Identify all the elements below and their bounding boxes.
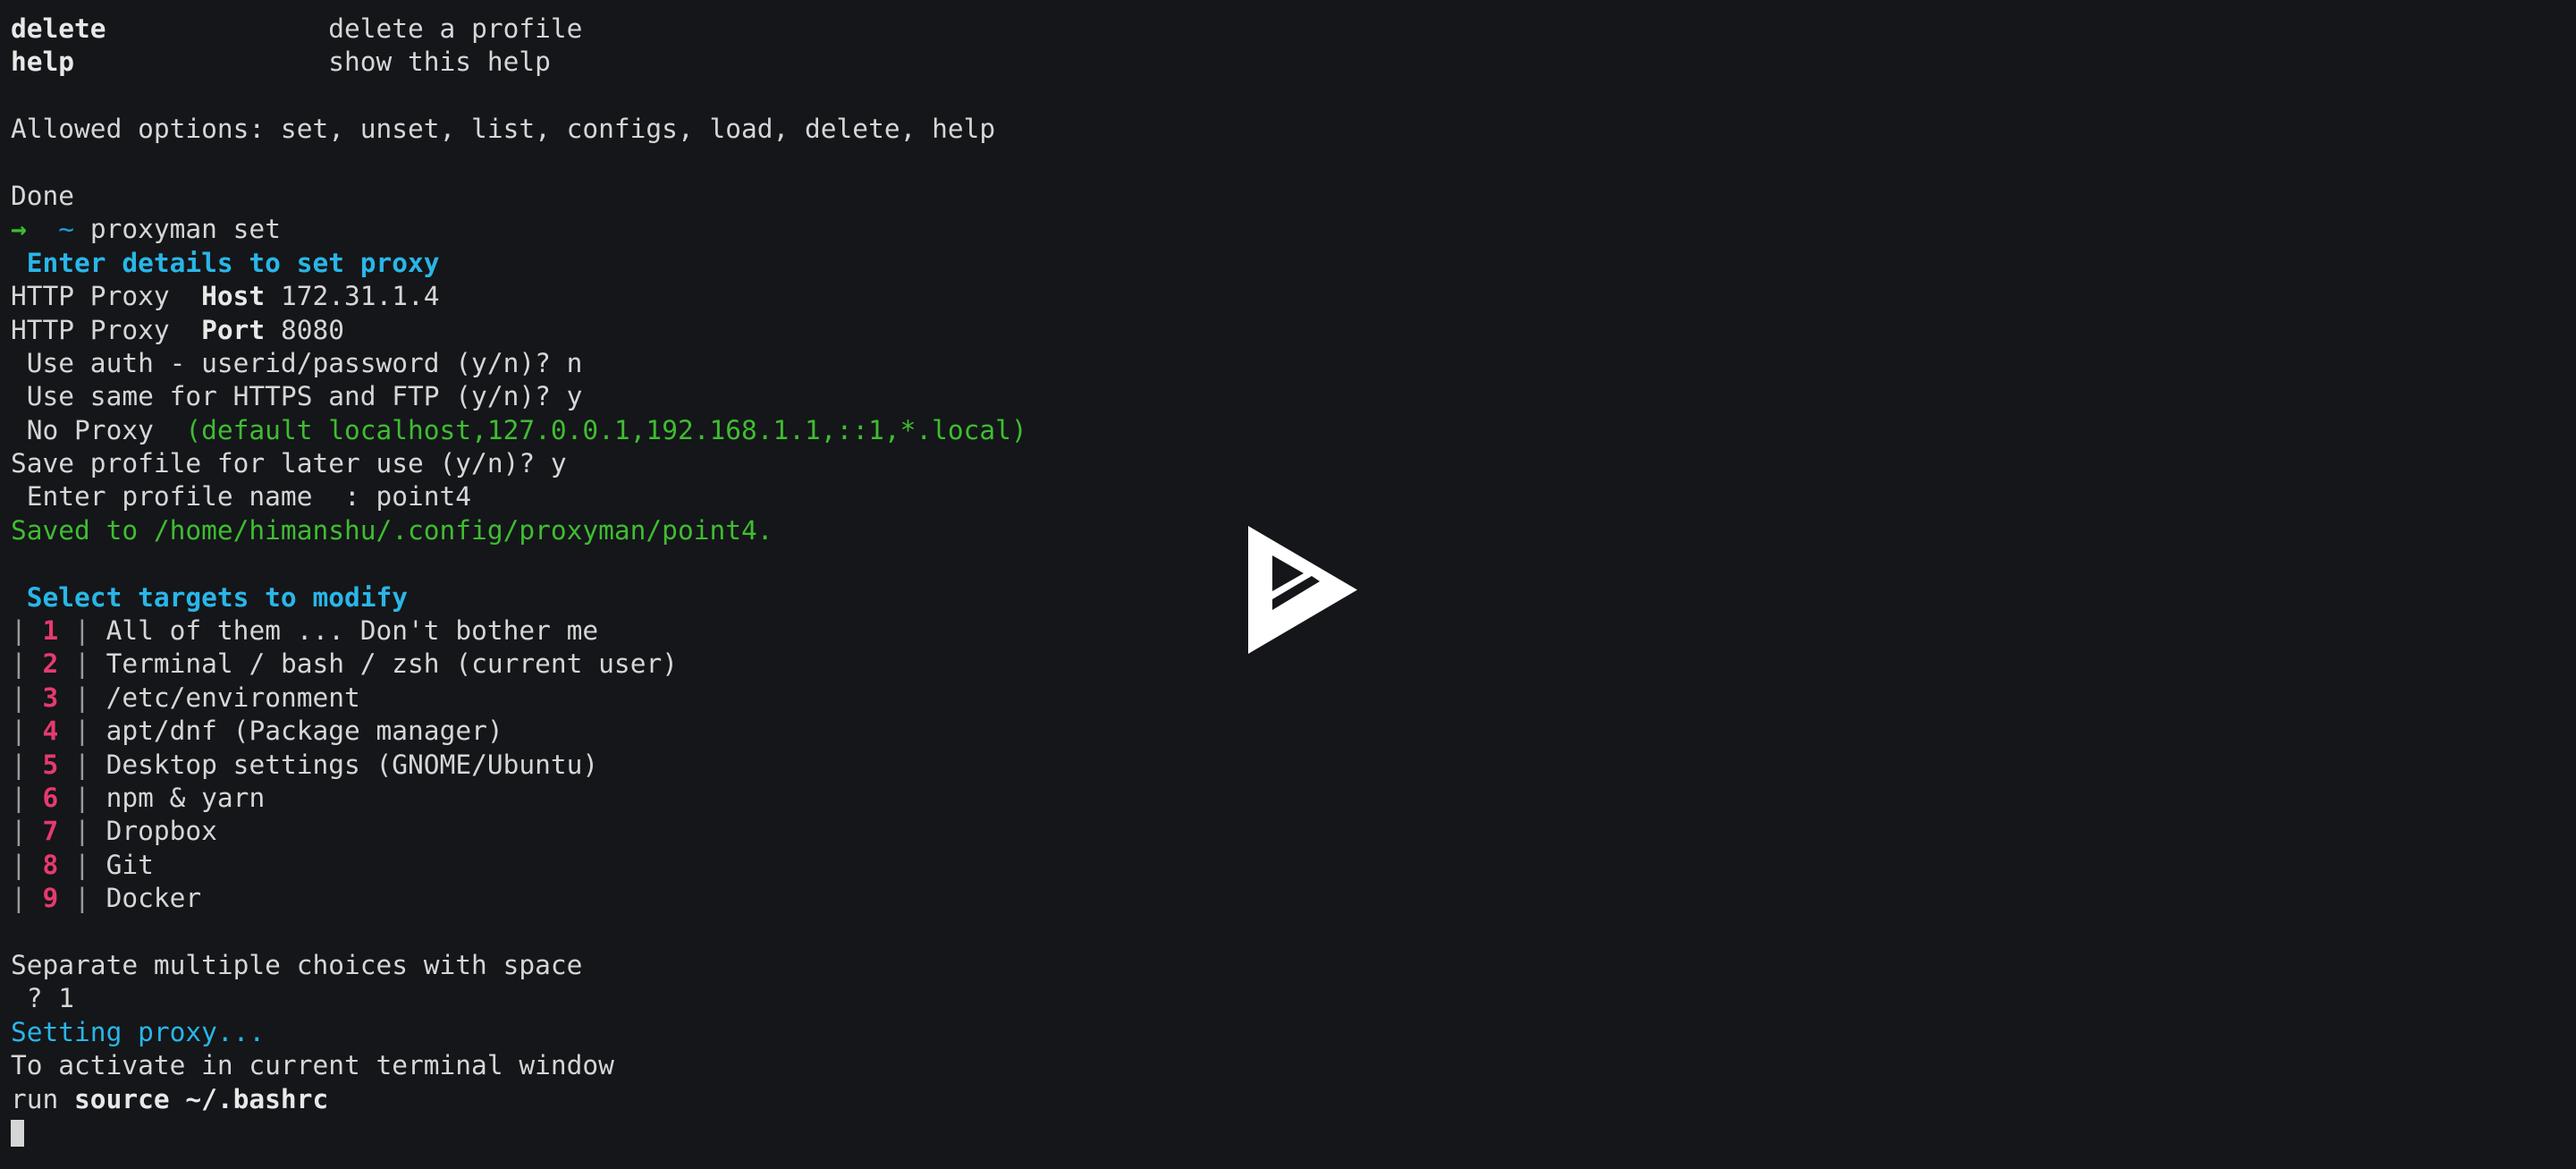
use-same-line: Use same for HTTPS and FTP (y/n)? y	[11, 381, 583, 412]
play-button-watermark-icon	[1248, 526, 1357, 654]
target-row-8[interactable]: | 8 | Git	[11, 849, 2576, 882]
pipe-left-2: |	[11, 648, 43, 680]
http-host-label: Host	[201, 281, 266, 312]
pipe-right-7: |	[58, 816, 106, 847]
save-profile-line: Save profile for later use (y/n)? y	[11, 448, 567, 479]
target-label-1: All of them ... Don't bother me	[106, 615, 599, 647]
pipe-right-4: |	[58, 716, 106, 747]
activate-line: To activate in current terminal window	[11, 1050, 614, 1081]
help-description-delete: delete a profile	[328, 13, 583, 44]
prompt-command: proxyman set	[89, 214, 281, 245]
run-command: source ~/.bashrc	[74, 1083, 329, 1114]
target-row-4[interactable]: | 4 | apt/dnf (Package manager)	[11, 715, 2576, 748]
http-host-prefix: HTTP Proxy	[11, 281, 202, 312]
prompt-space-1	[27, 214, 59, 244]
target-label-6: npm & yarn	[106, 782, 266, 813]
no-proxy-default-value: (default localhost,127.0.0.1,192.168.1.1…	[185, 414, 1027, 445]
target-label-2: Terminal / bash / zsh (current user)	[106, 648, 678, 680]
help-row-help: help show this help	[11, 46, 2576, 79]
pipe-right-9: |	[58, 883, 106, 914]
cursor-line	[11, 1116, 2576, 1149]
target-row-6[interactable]: | 6 | npm & yarn	[11, 782, 2576, 815]
target-number-5: 5	[42, 749, 59, 780]
prompt-line: → ~ proxyman set	[11, 213, 2576, 246]
pipe-right-3: |	[58, 682, 106, 713]
target-label-5: Desktop settings (GNOME/Ubuntu)	[106, 749, 599, 780]
target-row-9[interactable]: | 9 | Docker	[11, 882, 2576, 915]
target-number-9: 9	[42, 883, 59, 914]
terminal-window[interactable]: delete delete a profile help show this h…	[0, 0, 2576, 1169]
no-proxy-line: No Proxy (default localhost,127.0.0.1,19…	[11, 414, 2576, 447]
separate-choices-line: Separate multiple choices with space	[11, 949, 583, 980]
target-number-2: 2	[42, 648, 59, 680]
target-row-5[interactable]: | 5 | Desktop settings (GNOME/Ubuntu)	[11, 749, 2576, 782]
target-label-3: /etc/environment	[106, 682, 360, 713]
setting-proxy-text: Setting proxy...	[11, 1016, 266, 1047]
pipe-right-8: |	[58, 849, 106, 880]
target-row-3[interactable]: | 3 | /etc/environment	[11, 682, 2576, 715]
use-auth-line: Use auth - userid/password (y/n)? n	[11, 347, 583, 378]
pipe-left-1: |	[11, 615, 43, 647]
help-gap	[106, 13, 329, 44]
pipe-left-9: |	[11, 883, 43, 914]
pipe-right-1: |	[58, 615, 106, 647]
pipe-left-6: |	[11, 782, 43, 813]
help-description-help: show this help	[328, 47, 551, 78]
target-number-7: 7	[42, 816, 59, 847]
saved-to-text: Saved to /home/himanshu/.config/proxyman…	[11, 514, 773, 546]
answer-line: ? 1	[11, 983, 75, 1014]
target-label-8: Git	[106, 849, 154, 880]
help-command-help: help	[11, 47, 75, 78]
run-prefix: run	[11, 1083, 75, 1114]
prompt-arrow-icon: →	[11, 214, 27, 245]
help-gap-2	[74, 47, 328, 77]
target-label-7: Dropbox	[106, 816, 217, 847]
pipe-left-5: |	[11, 749, 43, 780]
http-host-value: 172.31.1.4	[265, 281, 440, 312]
help-row-delete: delete delete a profile	[11, 13, 2576, 46]
pipe-left-3: |	[11, 682, 43, 713]
target-label-4: apt/dnf (Package manager)	[106, 716, 503, 747]
target-row-7[interactable]: | 7 | Dropbox	[11, 815, 2576, 848]
text-cursor[interactable]	[11, 1119, 24, 1147]
http-host-line: HTTP Proxy Host 172.31.1.4	[11, 280, 2576, 313]
http-port-value: 8080	[265, 314, 344, 345]
setting-proxy-line: Setting proxy...	[11, 1016, 2576, 1049]
done-line: Done	[11, 180, 75, 211]
pipe-left-7: |	[11, 816, 43, 847]
target-number-6: 6	[42, 782, 59, 813]
pipe-left-4: |	[11, 716, 43, 747]
profile-name-line: Enter profile name : point4	[11, 481, 472, 512]
http-port-label: Port	[201, 314, 266, 345]
no-proxy-label: No Proxy	[11, 414, 186, 445]
prompt-cwd: ~	[58, 214, 75, 245]
pipe-right-5: |	[58, 749, 106, 780]
target-number-4: 4	[42, 716, 59, 747]
http-port-prefix: HTTP Proxy	[11, 314, 202, 345]
pipe-right-6: |	[58, 782, 106, 813]
set-proxy-heading: Enter details to set proxy	[26, 247, 440, 278]
target-label-9: Docker	[106, 883, 202, 914]
target-number-1: 1	[42, 615, 59, 647]
allowed-options-line: Allowed options: set, unset, list, confi…	[11, 114, 996, 145]
help-command-delete: delete	[11, 13, 106, 44]
pipe-left-8: |	[11, 849, 43, 880]
run-command-line: run source ~/.bashrc	[11, 1083, 2576, 1116]
select-targets-heading: Select targets to modify	[26, 581, 409, 613]
target-number-8: 8	[42, 849, 59, 880]
pipe-right-2: |	[58, 648, 106, 680]
set-proxy-heading-line: Enter details to set proxy	[11, 247, 2576, 280]
target-number-3: 3	[42, 682, 59, 713]
http-port-line: HTTP Proxy Port 8080	[11, 314, 2576, 347]
prompt-space-2	[74, 214, 90, 244]
